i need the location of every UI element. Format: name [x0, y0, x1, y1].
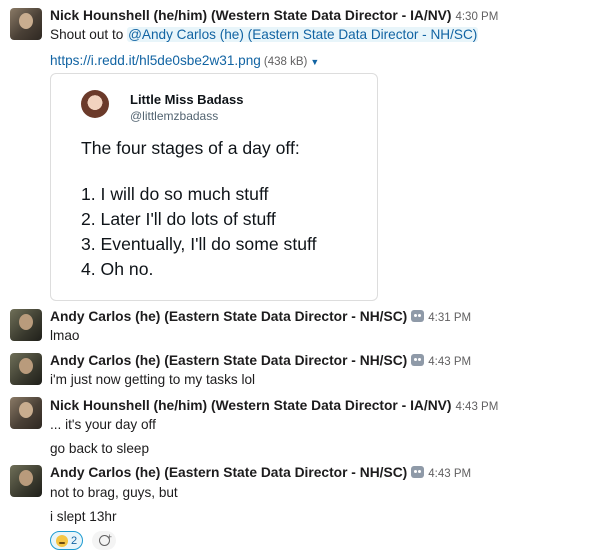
attachment-link[interactable]: https://i.redd.it/hl5de0sbe2w31.png	[50, 53, 261, 68]
tweet-line: 1. I will do so much stuff	[81, 184, 269, 204]
robot-icon	[411, 310, 425, 322]
user-mention[interactable]: @Andy Carlos (he) (Eastern State Data Di…	[127, 27, 479, 42]
avatar-andy[interactable]	[10, 309, 42, 341]
author-name[interactable]: Nick Hounshell (he/him) (Western State D…	[50, 398, 451, 413]
message-text: i slept 13hr	[50, 509, 117, 524]
author-name[interactable]: Andy Carlos (he) (Eastern State Data Dir…	[50, 309, 407, 324]
tweet-author-name: Little Miss Badass	[130, 92, 244, 107]
timestamp[interactable]: 4:31 PM	[428, 312, 471, 324]
timestamp[interactable]: 4:43 PM	[428, 356, 471, 368]
message-text: go back to sleep	[50, 441, 149, 456]
author-name[interactable]: Andy Carlos (he) (Eastern State Data Dir…	[50, 353, 407, 368]
attachment-size: (438 kB)	[263, 56, 308, 68]
chevron-down-icon[interactable]: ▼	[310, 57, 319, 67]
avatar-nick[interactable]	[10, 8, 42, 40]
tweet-avatar	[81, 90, 109, 118]
avatar-andy[interactable]	[10, 465, 42, 497]
avatar-andy[interactable]	[10, 353, 42, 385]
tweet-handle: @littlemzbadass	[130, 109, 219, 123]
sleepy-face-icon	[55, 534, 68, 547]
tweet-image-preview[interactable]: Little Miss Badass @littlemzbadass The f…	[50, 73, 378, 301]
message-text: i'm just now getting to my tasks lol	[50, 372, 256, 387]
author-name[interactable]: Andy Carlos (he) (Eastern State Data Dir…	[50, 465, 407, 480]
author-name[interactable]: Nick Hounshell (he/him) (Western State D…	[50, 8, 451, 23]
message-text: lmao	[50, 328, 80, 343]
tweet-line: 2. Later I'll do lots of stuff	[81, 209, 276, 229]
tweet-line: The four stages of a day off:	[81, 138, 300, 158]
tweet-line: 4. Oh no.	[81, 259, 154, 279]
avatar-nick[interactable]	[10, 397, 42, 429]
message-text: not to brag, guys, but	[50, 485, 178, 500]
reaction-pill[interactable]: 2	[50, 531, 83, 550]
robot-icon	[411, 354, 425, 366]
message-header: Andy Carlos (he) (Eastern State Data Dir…	[50, 353, 471, 368]
robot-icon	[411, 466, 425, 478]
tweet-line: 3. Eventually, I'll do some stuff	[81, 234, 317, 254]
add-reaction-button[interactable]: +	[92, 531, 116, 550]
timestamp[interactable]: 4:43 PM	[455, 401, 498, 413]
message-text: Shout out to @Andy Carlos (he) (Eastern …	[50, 27, 479, 42]
message-text-prefix: Shout out to	[50, 27, 128, 42]
reaction-count: 2	[70, 534, 78, 547]
message-text: ... it's your day off	[50, 417, 156, 432]
timestamp[interactable]: 4:43 PM	[428, 468, 471, 480]
timestamp[interactable]: 4:30 PM	[455, 11, 498, 23]
message-header: Nick Hounshell (he/him) (Western State D…	[50, 398, 498, 413]
plus-icon: +	[106, 532, 112, 542]
attachment-line: https://i.redd.it/hl5de0sbe2w31.png (438 …	[50, 53, 319, 68]
message-header: Andy Carlos (he) (Eastern State Data Dir…	[50, 309, 471, 324]
message-header: Nick Hounshell (he/him) (Western State D…	[50, 8, 498, 23]
message-header: Andy Carlos (he) (Eastern State Data Dir…	[50, 465, 471, 480]
